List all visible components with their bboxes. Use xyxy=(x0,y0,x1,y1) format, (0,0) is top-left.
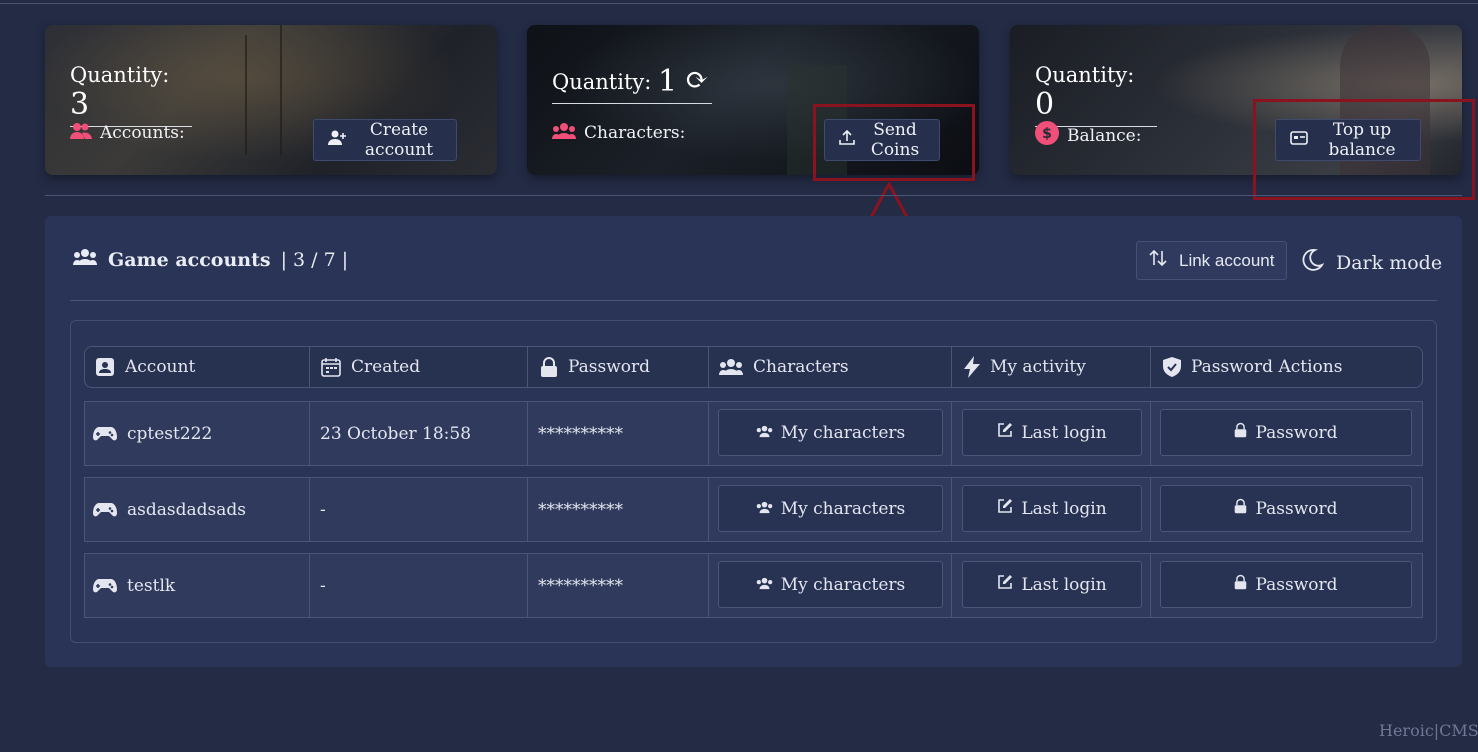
characters-quantity: Quantity: 1 ⟳ xyxy=(552,63,712,104)
card-art xyxy=(280,25,282,155)
account-cell: testlk xyxy=(85,554,310,617)
lock-icon xyxy=(1234,574,1247,595)
game-accounts-panel: Game accounts | 3 / 7 | Link account Dar… xyxy=(45,216,1462,667)
edit-icon xyxy=(997,422,1013,443)
lock-icon xyxy=(540,357,558,377)
id-card-icon xyxy=(95,357,115,377)
header-created: Created xyxy=(310,347,528,387)
characters-cell: My characters xyxy=(709,402,952,465)
footer-brand: Heroic|CMS xyxy=(1379,721,1478,740)
panel-divider xyxy=(70,300,1437,301)
table-row: testlk - ********** My characters Last l… xyxy=(84,553,1423,618)
header-activity: My activity xyxy=(952,347,1151,387)
header-account: Account xyxy=(85,347,310,387)
refresh-icon[interactable]: ⟳ xyxy=(685,63,708,96)
create-account-button[interactable]: Create account xyxy=(313,119,457,161)
lightning-icon xyxy=(964,356,980,378)
gamepad-icon xyxy=(93,502,117,518)
lock-icon xyxy=(1234,422,1247,443)
account-cell: cptest222 xyxy=(85,402,310,465)
accounts-quantity: Quantity: 3 xyxy=(70,63,192,127)
balance-label: Balance: xyxy=(1067,125,1142,146)
characters-cell: My characters xyxy=(709,554,952,617)
group-icon xyxy=(756,575,773,595)
created-cell: - xyxy=(310,554,528,617)
gamepad-icon xyxy=(93,578,117,594)
accounts-count: 3 xyxy=(70,87,90,122)
top-divider xyxy=(0,3,1478,4)
panel-title-text: Game accounts xyxy=(108,248,271,271)
balance-quantity: Quantity: 0 xyxy=(1035,63,1157,127)
my-characters-button[interactable]: My characters xyxy=(718,561,943,608)
table-row: cptest222 23 October 18:58 ********** My… xyxy=(84,401,1423,466)
user-plus-icon xyxy=(328,130,346,151)
password-cell: ********** xyxy=(528,478,709,541)
last-login-button[interactable]: Last login xyxy=(962,409,1142,456)
characters-count: 1 xyxy=(658,64,678,99)
password-button[interactable]: Password xyxy=(1160,561,1412,608)
balance-count: 0 xyxy=(1035,87,1055,122)
group-icon xyxy=(72,248,98,271)
table-row: asdasdadsads - ********** My characters … xyxy=(84,477,1423,542)
password-actions-cell: Password xyxy=(1151,478,1422,541)
accounts-label: Accounts: xyxy=(100,123,185,143)
last-login-button[interactable]: Last login xyxy=(962,561,1142,608)
svg-text:$: $ xyxy=(1042,126,1052,142)
shield-check-icon xyxy=(1163,357,1181,377)
created-cell: 23 October 18:58 xyxy=(310,402,528,465)
dark-mode-toggle[interactable]: Dark mode xyxy=(1300,248,1442,277)
activity-cell: Last login xyxy=(952,478,1151,541)
group-icon xyxy=(756,499,773,519)
swap-vertical-icon xyxy=(1149,249,1167,272)
header-characters: Characters xyxy=(709,347,952,387)
characters-label: Characters: xyxy=(584,123,686,143)
my-characters-button[interactable]: My characters xyxy=(718,409,943,456)
table-header: Account Created Password Characters My a… xyxy=(84,346,1423,388)
group-icon xyxy=(719,358,743,376)
last-login-button[interactable]: Last login xyxy=(962,485,1142,532)
edit-icon xyxy=(997,498,1013,519)
account-count: | 3 / 7 | xyxy=(280,248,349,271)
panel-title: Game accounts | 3 / 7 | xyxy=(72,248,348,271)
accounts-label-row: Accounts: xyxy=(70,121,185,145)
group-icon xyxy=(552,121,576,145)
password-button[interactable]: Password xyxy=(1160,409,1412,456)
characters-cell: My characters xyxy=(709,478,952,541)
link-account-button[interactable]: Link account xyxy=(1136,241,1287,280)
users-icon xyxy=(70,121,92,145)
section-divider xyxy=(45,195,1462,196)
my-characters-button[interactable]: My characters xyxy=(718,485,943,532)
password-cell: ********** xyxy=(528,554,709,617)
coin-icon: $ xyxy=(1035,121,1059,150)
balance-label-row: $ Balance: xyxy=(1035,121,1141,150)
characters-label-row: Characters: xyxy=(552,121,685,145)
calendar-icon xyxy=(321,357,341,377)
password-actions-cell: Password xyxy=(1151,402,1422,465)
header-password-actions: Password Actions xyxy=(1151,347,1422,387)
password-cell: ********** xyxy=(528,402,709,465)
lock-icon xyxy=(1234,498,1247,519)
gamepad-icon xyxy=(93,426,117,442)
password-button[interactable]: Password xyxy=(1160,485,1412,532)
account-cell: asdasdadsads xyxy=(85,478,310,541)
accounts-card: Quantity: 3 Accounts: Create account xyxy=(45,25,497,175)
top-up-highlight xyxy=(1253,99,1475,200)
header-password: Password xyxy=(528,347,709,387)
created-cell: - xyxy=(310,478,528,541)
card-art xyxy=(245,35,247,155)
group-icon xyxy=(756,423,773,443)
activity-cell: Last login xyxy=(952,402,1151,465)
moon-icon xyxy=(1300,248,1325,277)
password-actions-cell: Password xyxy=(1151,554,1422,617)
activity-cell: Last login xyxy=(952,554,1151,617)
edit-icon xyxy=(997,574,1013,595)
accounts-table: Account Created Password Characters My a… xyxy=(70,320,1437,643)
send-coins-highlight xyxy=(813,104,975,181)
